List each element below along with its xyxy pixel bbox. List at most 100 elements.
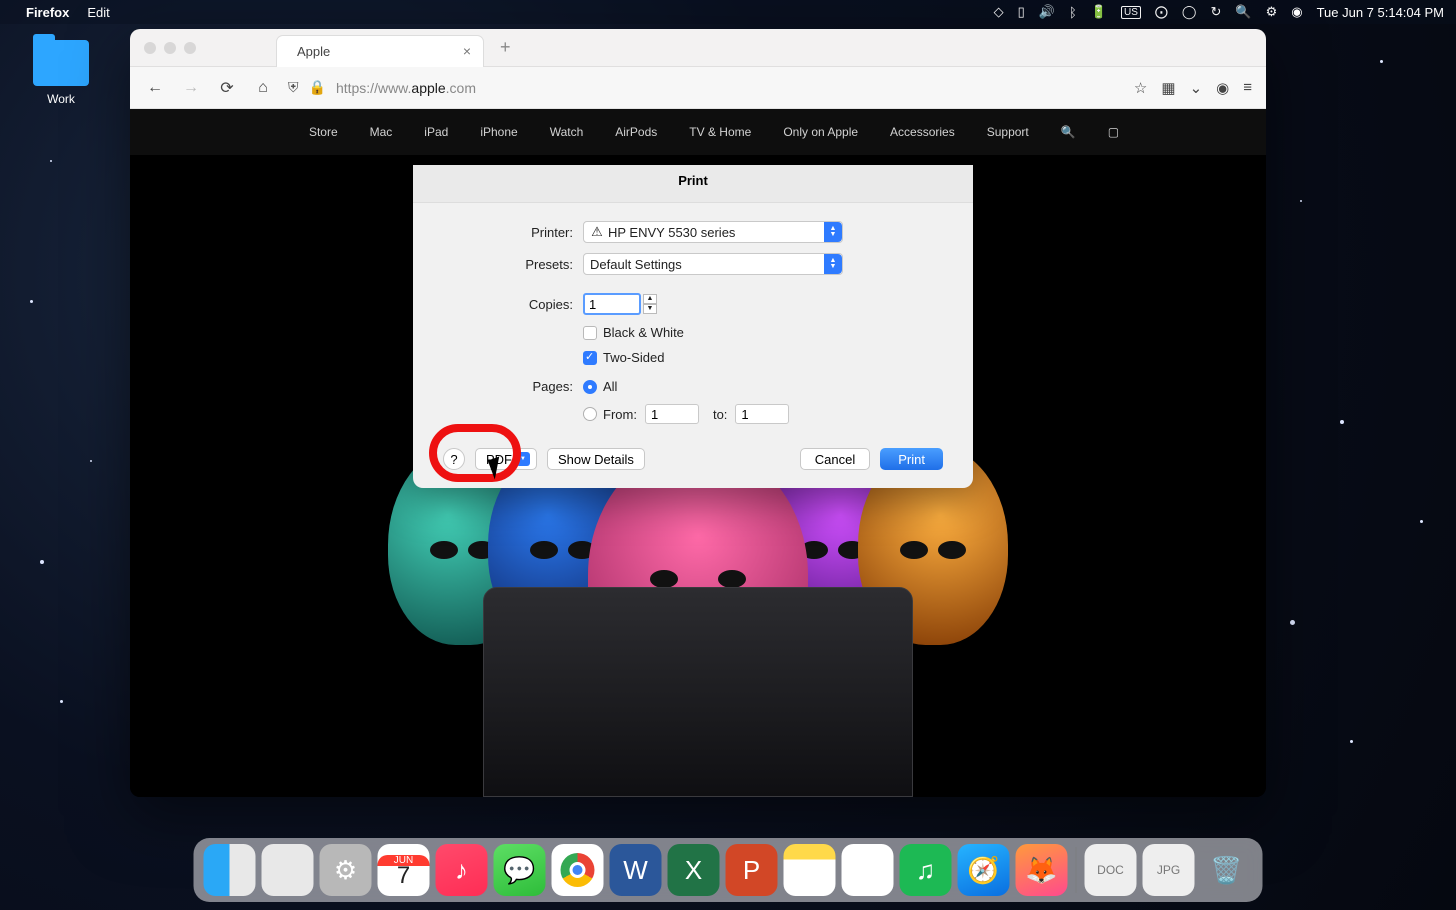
nav-mac[interactable]: Mac	[370, 125, 393, 139]
twosided-label: Two-Sided	[603, 350, 664, 365]
dock-slack[interactable]: ✱	[842, 844, 894, 896]
battery-icon[interactable]: 🔋	[1091, 4, 1107, 20]
presets-value: Default Settings	[590, 257, 682, 272]
wifi-icon[interactable]: ⨀	[1155, 4, 1168, 20]
printer-value: HP ENVY 5530 series	[608, 225, 735, 240]
dock-spotify[interactable]: ♫	[900, 844, 952, 896]
window-zoom-button[interactable]	[184, 42, 196, 54]
hero-laptop-image	[483, 587, 913, 797]
dock-system-preferences[interactable]: ⚙︎	[320, 844, 372, 896]
device-icon[interactable]: ▯	[1018, 4, 1025, 20]
siri-icon[interactable]: ◉	[1291, 4, 1302, 20]
pages-all-radio[interactable]	[583, 380, 597, 394]
chevron-down-icon: ▼	[516, 452, 530, 466]
browser-tab[interactable]: Apple ×	[276, 35, 484, 67]
hamburger-menu-icon[interactable]: ≡	[1243, 79, 1252, 96]
bag-icon[interactable]: ▢	[1108, 125, 1119, 139]
bw-checkbox[interactable]	[583, 326, 597, 340]
dock-calendar[interactable]: JUN 7	[378, 844, 430, 896]
user-icon[interactable]: ◯	[1182, 4, 1197, 20]
timemachine-icon[interactable]: ↻	[1210, 4, 1221, 20]
qr-icon[interactable]: ▦	[1161, 79, 1175, 97]
account-icon[interactable]: ◉	[1216, 79, 1229, 97]
dock-word[interactable]: W	[610, 844, 662, 896]
dock-chrome[interactable]	[552, 844, 604, 896]
url-bar[interactable]: ⛨ 🔒 https://www.apple.com	[288, 79, 1120, 96]
url-text: https://www.apple.com	[336, 80, 476, 96]
dock-trash[interactable]: 🗑️	[1201, 844, 1253, 896]
volume-icon[interactable]: 🔊	[1039, 4, 1055, 20]
dock-music[interactable]: ♪	[436, 844, 488, 896]
dock-excel[interactable]: X	[668, 844, 720, 896]
home-button[interactable]: ⌂	[252, 79, 274, 97]
input-source-icon[interactable]: US	[1121, 6, 1141, 19]
dock-powerpoint[interactable]: P	[726, 844, 778, 896]
search-icon[interactable]: 🔍	[1061, 125, 1076, 139]
app-menu[interactable]: Firefox	[26, 5, 69, 20]
nav-airpods[interactable]: AirPods	[615, 125, 657, 139]
dialog-title: Print	[413, 165, 973, 203]
spotlight-icon[interactable]: 🔍	[1235, 4, 1251, 20]
warning-icon: ⚠︎	[590, 224, 604, 240]
pocket-icon[interactable]: ⌄	[1190, 79, 1203, 97]
nav-iphone[interactable]: iPhone	[480, 125, 517, 139]
cancel-button[interactable]: Cancel	[800, 448, 870, 470]
dock-recent-doc-2[interactable]: JPG	[1143, 844, 1195, 896]
apple-site-nav: Store Mac iPad iPhone Watch AirPods TV &…	[130, 109, 1266, 155]
dock-messages[interactable]: 💬	[494, 844, 546, 896]
nav-onlyonapple[interactable]: Only on Apple	[783, 125, 858, 139]
window-close-button[interactable]	[144, 42, 156, 54]
desktop-folder-work[interactable]: Work	[25, 40, 97, 106]
nav-support[interactable]: Support	[987, 125, 1029, 139]
macos-menubar: Firefox Edit ◇ ▯ 🔊 ᛒ 🔋 US ⨀ ◯ ↻ 🔍 ⚙ ◉ Tu…	[0, 0, 1456, 24]
copies-input[interactable]	[583, 293, 641, 315]
nav-watch[interactable]: Watch	[550, 125, 584, 139]
window-minimize-button[interactable]	[164, 42, 176, 54]
pages-all-label: All	[603, 379, 617, 394]
twosided-checkbox[interactable]	[583, 351, 597, 365]
edit-menu[interactable]: Edit	[87, 5, 109, 20]
dock-firefox[interactable]: 🦊	[1016, 844, 1068, 896]
shield-icon[interactable]: ⛨	[288, 79, 299, 96]
pages-to-input[interactable]	[735, 404, 789, 424]
print-dialog: Print Printer: ⚠︎ HP ENVY 5530 series ▲▼…	[413, 165, 973, 488]
print-button[interactable]: Print	[880, 448, 943, 470]
pdf-dropdown-button[interactable]: PDF ▼	[475, 448, 537, 470]
dock-recent-doc-1[interactable]: DOC	[1085, 844, 1137, 896]
firefox-window: Apple × + ← → ⟳ ⌂ ⛨ 🔒 https://www.apple.…	[130, 29, 1266, 797]
pages-range-radio[interactable]	[583, 407, 597, 421]
chevron-updown-icon: ▲▼	[824, 222, 842, 242]
printer-select[interactable]: ⚠︎ HP ENVY 5530 series ▲▼	[583, 221, 843, 243]
dock-safari[interactable]: 🧭	[958, 844, 1010, 896]
bluetooth-icon[interactable]: ᛒ	[1069, 5, 1077, 20]
dock-notes[interactable]	[784, 844, 836, 896]
pages-from-label: From:	[603, 407, 637, 422]
copies-stepper[interactable]: ▲▼	[643, 294, 657, 314]
dock-finder[interactable]	[204, 844, 256, 896]
lock-icon[interactable]: 🔒	[309, 79, 326, 96]
nav-ipad[interactable]: iPad	[424, 125, 448, 139]
dock-launchpad[interactable]	[262, 844, 314, 896]
bookmark-star-icon[interactable]: ☆	[1134, 79, 1147, 97]
tab-title: Apple	[297, 44, 330, 59]
help-button[interactable]: ?	[443, 448, 465, 470]
control-center-icon[interactable]: ⚙	[1266, 4, 1278, 20]
nav-store[interactable]: Store	[309, 125, 338, 139]
nav-tvhome[interactable]: TV & Home	[689, 125, 751, 139]
reload-button[interactable]: ⟳	[216, 78, 238, 98]
dropbox-icon[interactable]: ◇	[994, 4, 1004, 20]
forward-button[interactable]: →	[180, 79, 202, 97]
new-tab-button[interactable]: +	[500, 37, 511, 58]
tab-close-icon[interactable]: ×	[463, 43, 471, 59]
presets-select[interactable]: Default Settings ▲▼	[583, 253, 843, 275]
pages-from-input[interactable]	[645, 404, 699, 424]
nav-accessories[interactable]: Accessories	[890, 125, 955, 139]
menubar-datetime[interactable]: Tue Jun 7 5:14:04 PM	[1317, 5, 1444, 20]
show-details-button[interactable]: Show Details	[547, 448, 645, 470]
desktop-folder-label: Work	[25, 92, 97, 106]
back-button[interactable]: ←	[144, 79, 166, 97]
folder-icon	[33, 40, 89, 86]
chevron-updown-icon: ▲▼	[824, 254, 842, 274]
dock-separator	[1076, 847, 1077, 893]
macos-dock: ⚙︎ JUN 7 ♪ 💬 W X P ✱ ♫ 🧭 🦊 DOC JPG 🗑️	[194, 838, 1263, 902]
